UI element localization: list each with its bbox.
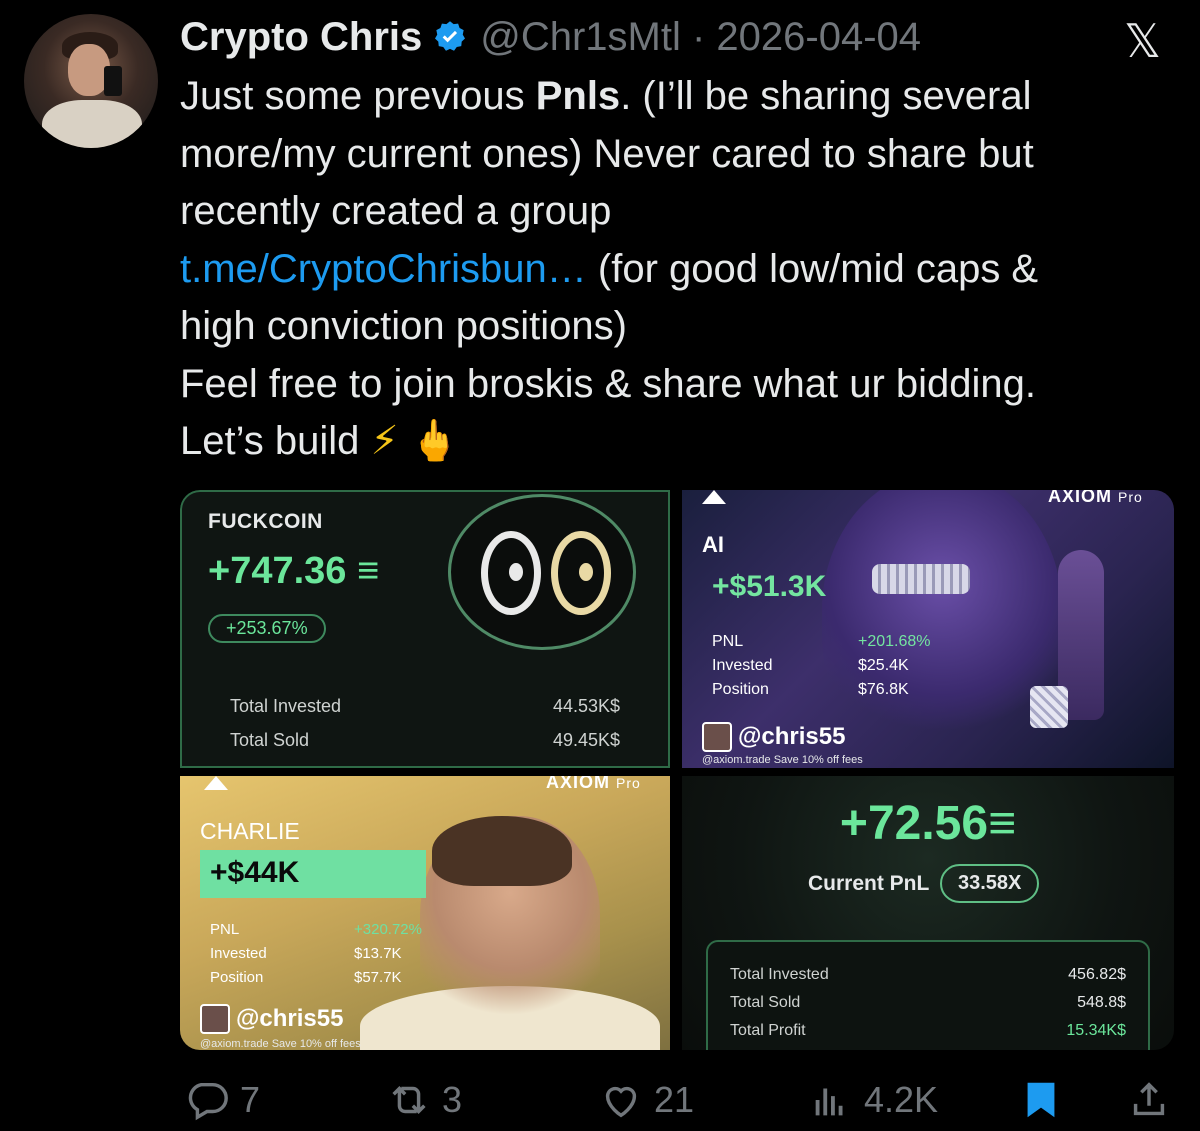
- total-profit-row: Total Profit 15.34K$: [730, 1022, 1126, 1039]
- bookmark-button[interactable]: [1018, 1072, 1074, 1128]
- bookmark-icon: [1027, 1082, 1055, 1118]
- share-button[interactable]: [1126, 1072, 1182, 1128]
- promo-text: @axiom.trade Save 10% off fees: [200, 1038, 361, 1050]
- lightning-emoji-icon: ⚡: [370, 419, 399, 463]
- user-avatar: [702, 722, 732, 752]
- promo-text: @axiom.trade Save 10% off fees: [702, 754, 863, 766]
- tweet-actions: 7 3 21 4.2K: [0, 1072, 1200, 1128]
- card-ticker: FUCKCOIN: [208, 510, 323, 533]
- tweet-header: Crypto Chris @Chr1sMtl · 2026-04-04: [180, 12, 921, 62]
- share-icon: [1133, 1082, 1165, 1116]
- position-label: Position: [712, 681, 769, 698]
- like-icon: [605, 1086, 637, 1118]
- card-pnl: +$51.3K: [712, 570, 827, 603]
- card-pnl: +$44K: [210, 856, 300, 889]
- pnl-value: +320.72%: [354, 921, 422, 938]
- hand-emoji-icon: 🖕: [409, 419, 460, 463]
- tweet-text: Just some previous Pnls. (I’ll be sharin…: [180, 74, 1039, 463]
- position-value: $57.7K: [354, 969, 402, 986]
- multiplier-badge: 33.58X: [940, 864, 1040, 903]
- coin-logo-icon: [448, 494, 636, 650]
- repost-button[interactable]: 3: [386, 1072, 462, 1128]
- axiom-logo-icon: [702, 490, 726, 504]
- pnl-card-ai[interactable]: AXIOM Pro AI +$51.3K PNL +201.68% Invest…: [682, 490, 1174, 768]
- current-pnl-label: Current PnL: [808, 872, 930, 895]
- invested-label: Invested: [210, 945, 267, 962]
- card-pnl: +72.56≡: [839, 797, 1017, 850]
- axiom-brand: AXIOM Pro: [1048, 490, 1143, 506]
- card-user: @chris55: [702, 722, 845, 752]
- axiom-brand: AXIOM Pro: [546, 776, 641, 792]
- position-value: $76.8K: [858, 681, 909, 698]
- pnl-card-current[interactable]: +72.56≡ Current PnL 33.58X Total Investe…: [682, 776, 1174, 1050]
- total-invested-row: Total Invested 456.82$: [730, 966, 1126, 983]
- card-percent-badge: +253.67%: [208, 614, 326, 643]
- author-avatar[interactable]: [24, 14, 158, 148]
- reply-icon: [188, 1082, 228, 1121]
- views-button[interactable]: 4.2K: [808, 1072, 938, 1128]
- repost-icon: [392, 1086, 426, 1114]
- user-avatar: [200, 1004, 230, 1034]
- author-name[interactable]: Crypto Chris: [180, 15, 422, 60]
- pnl-value: +201.68%: [858, 633, 931, 650]
- total-invested-row: Total Invested 44.53K$: [230, 696, 620, 716]
- x-logo-icon[interactable]: 𝕏: [1124, 14, 1161, 68]
- card-user: @chris55: [200, 1004, 343, 1034]
- invested-value: $13.7K: [354, 945, 402, 962]
- axiom-logo-icon: [204, 776, 228, 790]
- pnl-label: PNL: [712, 633, 744, 650]
- card-symbol: CHARLIE: [200, 818, 300, 844]
- like-button[interactable]: 21: [598, 1072, 694, 1128]
- pnl-card-charlie[interactable]: AXIOM Pro CHARLIE +$44K PNL +320.72% Inv…: [180, 776, 670, 1050]
- total-sold-row: Total Sold 49.45K$: [230, 730, 620, 750]
- reply-button[interactable]: 7: [184, 1072, 260, 1128]
- position-label: Position: [210, 969, 264, 986]
- pnl-label: PNL: [210, 921, 240, 938]
- verified-badge-icon: [435, 21, 466, 51]
- views-icon: [815, 1088, 843, 1116]
- media-grid: FUCKCOIN +747.36 ≡ +253.67% Total Invest…: [180, 490, 1174, 1050]
- author-handle-date[interactable]: @Chr1sMtl · 2026-04-04: [480, 15, 921, 60]
- total-sold-row: Total Sold 548.8$: [730, 994, 1126, 1011]
- invested-label: Invested: [712, 657, 773, 674]
- card-symbol: AI: [702, 532, 724, 557]
- pnl-card-fuckcoin[interactable]: FUCKCOIN +747.36 ≡ +253.67% Total Invest…: [180, 490, 670, 768]
- invested-value: $25.4K: [858, 657, 909, 674]
- card-pnl: +747.36 ≡: [208, 550, 380, 592]
- telegram-link[interactable]: t.me/CryptoChrisbun…: [180, 247, 587, 291]
